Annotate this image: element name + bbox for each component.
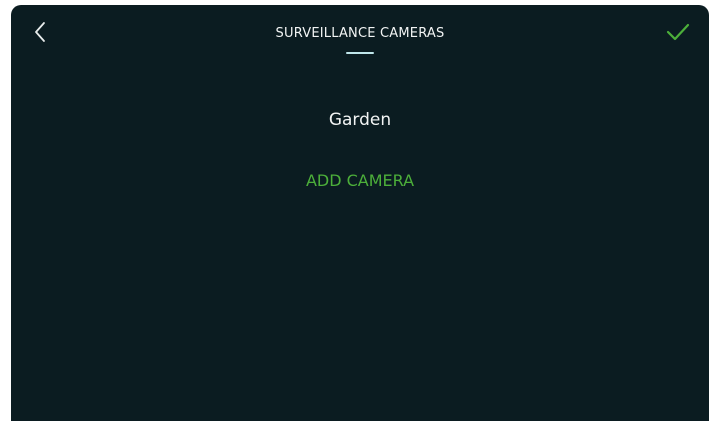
add-camera-button[interactable]: ADD CAMERA bbox=[306, 164, 414, 198]
app-screen: SURVEILLANCE CAMERAS Garden ADD CAMERA bbox=[11, 5, 709, 421]
camera-list: Garden ADD CAMERA bbox=[11, 100, 709, 198]
header-bar: SURVEILLANCE CAMERAS bbox=[11, 5, 709, 65]
checkmark-icon bbox=[666, 23, 690, 41]
confirm-button[interactable] bbox=[663, 17, 693, 47]
page-title: SURVEILLANCE CAMERAS bbox=[275, 26, 445, 41]
title-underline bbox=[346, 52, 374, 54]
camera-item-garden[interactable]: Garden bbox=[11, 100, 709, 140]
title-container: SURVEILLANCE CAMERAS bbox=[11, 5, 709, 41]
